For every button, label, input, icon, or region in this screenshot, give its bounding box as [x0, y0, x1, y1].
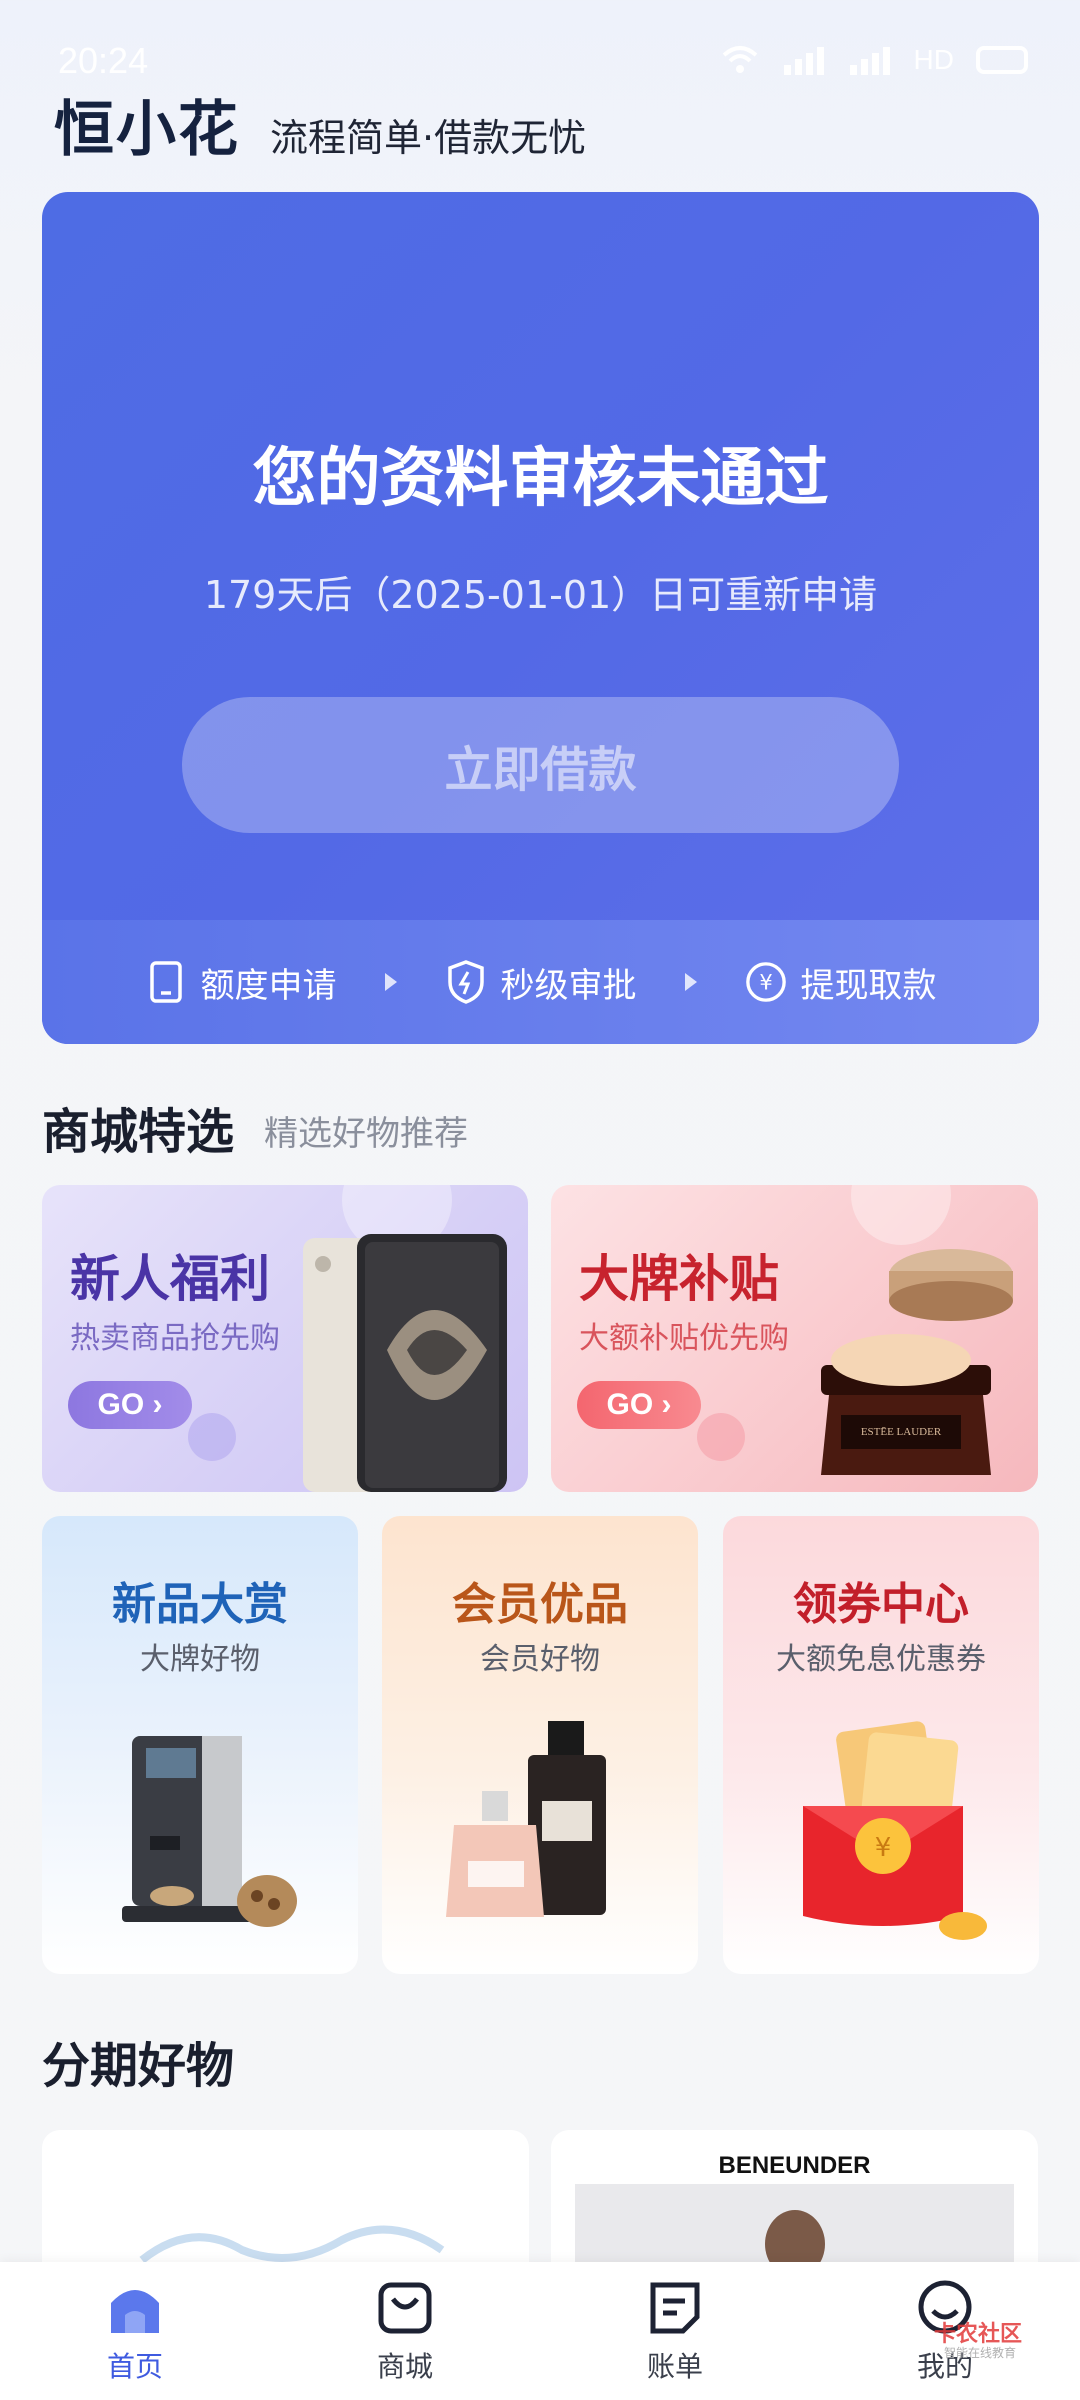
watermark-subtext: 智能在线教育: [943, 2346, 1016, 2360]
nav-item-bill[interactable]: 账单: [540, 2262, 810, 2400]
card-subtitle: 大额免息优惠券: [776, 1642, 986, 1677]
goods-brand-label: BENEUNDER: [718, 2152, 871, 2179]
signal-icon-2: [849, 47, 890, 75]
nav-label: 账单: [646, 2350, 703, 2383]
shield-icon: [445, 960, 487, 1004]
nav-label: 首页: [106, 2350, 163, 2383]
promo-title: 大牌补贴: [579, 1250, 779, 1308]
review-status-title: 您的资料审核未通过: [252, 442, 829, 516]
step-fast-approval: 秒级审批: [445, 958, 637, 1007]
card-subtitle: 会员好物: [480, 1642, 600, 1677]
step-label: 额度申请: [200, 965, 337, 1006]
signal-icon: [783, 47, 824, 75]
phone-icon: [145, 961, 187, 1003]
borrow-now-button[interactable]: 立即借款: [182, 697, 899, 833]
reapply-date-text: 179天后（2025-01-01）日可重新申请: [203, 573, 878, 617]
nav-item-mall[interactable]: 商城: [270, 2262, 540, 2400]
promo-go-button[interactable]: GO ›: [68, 1381, 192, 1429]
wifi-icon: [722, 46, 757, 73]
card-subtitle: 大牌好物: [140, 1642, 260, 1677]
installment-section-title: 分期好物: [42, 2038, 235, 2094]
card-title: 领券中心: [793, 1579, 969, 1630]
card-coupon-center[interactable]: 领券中心 大额免息优惠券 ¥: [723, 1516, 1039, 1974]
decor-bubble: [188, 1413, 236, 1461]
promo-subtitle: 大额补贴优先购: [579, 1321, 789, 1356]
loan-status-card: 您的资料审核未通过 179天后（2025-01-01）日可重新申请 立即借款 额…: [42, 192, 1039, 1044]
card-member-products[interactable]: 会员优品 会员好物: [382, 1516, 698, 1974]
loan-steps: 额度申请 秒级审批 ¥ 提现取款: [42, 920, 1039, 1044]
promo-new-user[interactable]: 新人福利 热卖商品抢先购 GO ›: [42, 1185, 528, 1492]
mall-section-title: 商城特选: [42, 1104, 235, 1160]
svg-text:ESTĒE LAUDER: ESTĒE LAUDER: [861, 1426, 942, 1438]
decor-bubble: [697, 1413, 745, 1461]
bottom-nav: 首页 商城 账单 我的: [0, 2262, 1080, 2400]
tablet-image: [303, 1234, 507, 1492]
battery-icon: [976, 46, 1028, 74]
svg-text:¥: ¥: [759, 971, 772, 995]
card-title: 会员优品: [452, 1579, 628, 1630]
promo-title: 新人福利: [70, 1250, 270, 1308]
step-label: 秒级审批: [500, 965, 637, 1006]
cream-jar-image: ESTĒE LAUDER: [821, 1249, 1013, 1475]
coffee-machine-image: [122, 1736, 297, 1927]
status-time: 20:24: [58, 40, 149, 81]
shopping-bag-icon: [375, 2277, 435, 2337]
promo-subtitle: 热卖商品抢先购: [70, 1321, 280, 1356]
card-new-arrivals[interactable]: 新品大赏 大牌好物: [42, 1516, 358, 1974]
perfume-image: [446, 1721, 606, 1917]
nav-label: 商城: [376, 2350, 433, 2383]
promo-go-button[interactable]: GO ›: [577, 1381, 701, 1429]
coupon-envelope-image: ¥: [803, 1721, 987, 1940]
svg-text:¥: ¥: [875, 1833, 892, 1863]
step-quota-apply: 额度申请: [145, 958, 337, 1007]
status-icons: HD: [720, 44, 1028, 76]
step-arrow-icon: [384, 973, 397, 991]
brand-slogan: 流程简单·借款无忧: [270, 116, 587, 160]
brand-header: 恒小花 流程简单·借款无忧: [54, 95, 587, 168]
bill-icon: [645, 2277, 705, 2337]
card-title: 新品大赏: [112, 1579, 288, 1630]
brand-logo: 恒小花: [54, 95, 240, 165]
step-withdraw: ¥ 提现取款: [745, 958, 937, 1007]
step-label: 提现取款: [800, 965, 937, 1006]
goods-image: [139, 2225, 445, 2264]
step-arrow-icon: [684, 973, 697, 991]
home-icon: [105, 2277, 165, 2337]
network-label: HD: [913, 44, 954, 75]
promo-brand-subsidy[interactable]: 大牌补贴 大额补贴优先购 GO › ESTĒE LAUDER: [551, 1185, 1038, 1492]
mall-section-subtitle: 精选好物推荐: [264, 1114, 468, 1154]
nav-item-home[interactable]: 首页: [0, 2262, 270, 2400]
yuan-coin-icon: ¥: [745, 961, 787, 1003]
